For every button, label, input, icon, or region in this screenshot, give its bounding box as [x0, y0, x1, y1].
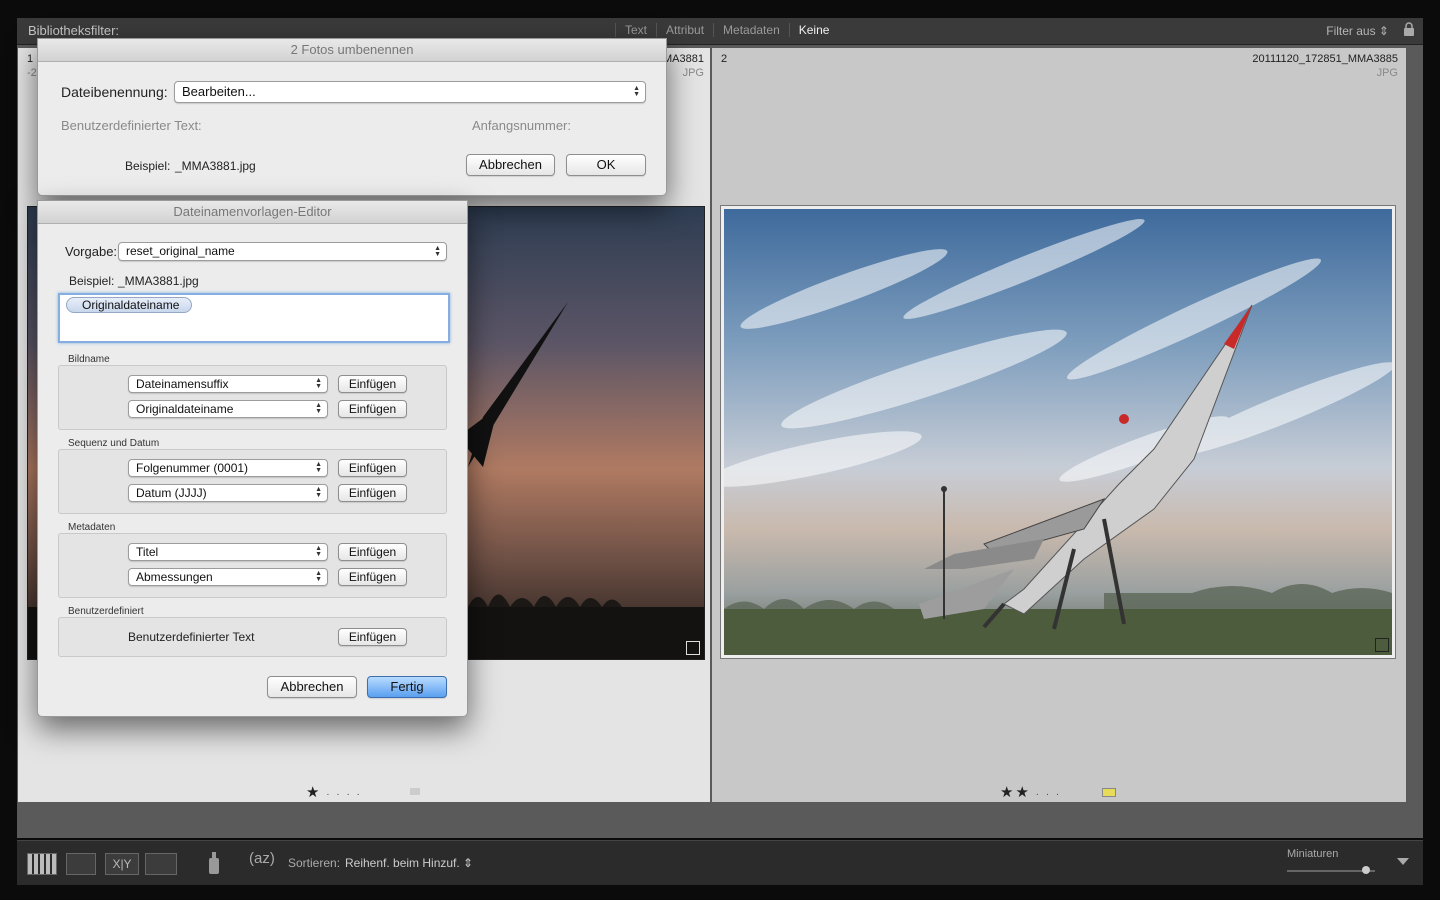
done-button[interactable]: Fertig	[367, 676, 447, 698]
color-label-empty[interactable]	[410, 788, 420, 795]
sort-order-dropdown[interactable]: Reihenf. beim Hinzuf. ⇕	[345, 856, 473, 870]
thumbnails-label: Miniaturen	[1287, 848, 1339, 860]
select-arrows-icon: ▲ ▼	[315, 461, 322, 474]
rating-stars[interactable]: ★ · · · ·	[306, 783, 362, 801]
group-sequence-date: Folgenummer (0001) ▲ ▼ Einfügen Datum (JJJ…	[58, 449, 447, 514]
filter-tab-metadata[interactable]: Metadaten	[713, 23, 789, 37]
select-arrows-icon: ▲ ▼	[633, 85, 640, 98]
cell-index: 1	[27, 53, 34, 65]
rating-stars[interactable]: ★★ · · ·	[1000, 783, 1061, 801]
insert-button[interactable]: Einfügen	[338, 459, 407, 477]
cell-filename: MA3881	[663, 53, 704, 65]
rename-photos-dialog: 2 Fotos umbenennen Dateibenennung: Bearb…	[37, 38, 667, 196]
photo-thumbnail[interactable]	[720, 205, 1396, 659]
loupe-view-icon[interactable]	[66, 853, 96, 875]
ok-button[interactable]: OK	[566, 154, 646, 176]
filter-preset-dropdown[interactable]: Filter aus ⇕	[1326, 24, 1389, 38]
select-arrows-icon: ▲ ▼	[315, 377, 322, 390]
dialog-title: Dateinamenvorlagen-Editor	[38, 201, 467, 224]
edit-badge-icon	[1375, 638, 1389, 652]
image-name-select-2[interactable]: Originaldateiname ▲ ▼	[128, 400, 328, 418]
cell-filetype: JPG	[682, 67, 704, 79]
preset-label: Vorgabe:	[65, 244, 118, 259]
cancel-button[interactable]: Abbrechen	[466, 154, 555, 176]
jet-aircraft-photo	[724, 219, 1392, 655]
insert-button[interactable]: Einfügen	[338, 400, 407, 418]
cell-filetype: JPG	[1376, 67, 1398, 79]
example-label: Beispiel:	[125, 159, 171, 173]
file-naming-select[interactable]: Bearbeiten... ▲ ▼	[174, 81, 646, 103]
sort-direction-icon[interactable]: (az)	[249, 850, 275, 867]
insert-button[interactable]: Einfügen	[338, 628, 407, 646]
select-arrows-icon: ▲ ▼	[315, 486, 322, 499]
select-arrows-icon: ▲ ▼	[315, 402, 322, 415]
filter-bar-title: Bibliotheksfilter:	[28, 23, 120, 38]
toolbar-menu-chevron-icon[interactable]	[1397, 858, 1409, 865]
template-token-field[interactable]: Originaldateiname	[58, 293, 450, 343]
cell-index-sub: -2	[27, 67, 37, 79]
group-custom: Benutzerdefinierter Text Einfügen	[58, 617, 447, 657]
lock-icon[interactable]	[1403, 22, 1415, 36]
token-original-filename[interactable]: Originaldateiname	[66, 297, 193, 313]
cell-filename: 20111120_172851_MMA3885	[1252, 53, 1398, 65]
cell-index: 2	[721, 53, 728, 65]
sequence-select[interactable]: Folgenummer (0001) ▲ ▼	[128, 459, 328, 477]
filename-template-editor: Dateinamenvorlagen-Editor Vorgabe: reset…	[37, 200, 468, 717]
filter-tab-attribute[interactable]: Attribut	[656, 23, 713, 37]
group-label-custom: Benutzerdefiniert	[68, 606, 144, 617]
example-filename: _MMA3881.jpg	[175, 159, 256, 173]
group-label-sequence-date: Sequenz und Datum	[68, 438, 160, 449]
group-image-name: Dateinamensuffix ▲ ▼ Einfügen Originaldate…	[58, 365, 447, 430]
filter-tab-text[interactable]: Text	[615, 23, 656, 37]
survey-view-icon[interactable]	[145, 853, 177, 875]
group-metadata: Titel ▲ ▼ Einfügen Abmessungen ▲ ▼ Einfügen	[58, 533, 447, 598]
select-arrows-icon: ▲ ▼	[315, 570, 322, 583]
slider-knob[interactable]	[1362, 866, 1371, 874]
image-name-select-1[interactable]: Dateinamensuffix ▲ ▼	[128, 375, 328, 393]
spray-can-icon[interactable]	[207, 850, 221, 876]
group-label-image-name: Bildname	[68, 354, 110, 365]
cancel-button[interactable]: Abbrechen	[267, 676, 357, 698]
date-select[interactable]: Datum (JJJJ) ▲ ▼	[128, 484, 328, 502]
start-number-label: Anfangsnummer:	[472, 118, 571, 133]
color-label-yellow[interactable]	[1102, 788, 1116, 797]
file-naming-label: Dateibenennung:	[61, 84, 168, 100]
metadata-select-2[interactable]: Abmessungen ▲ ▼	[128, 568, 328, 586]
compare-view-icon[interactable]: X|Y	[105, 853, 139, 875]
filter-tabs: Text Attribut Metadaten Keine	[615, 23, 838, 37]
dialog-title: 2 Fotos umbenennen	[38, 39, 666, 62]
bottom-toolbar: X|Y (az) Sortieren: Reihenf. beim Hinzuf…	[17, 840, 1423, 885]
custom-text-label: Benutzerdefinierter Text:	[61, 118, 202, 133]
insert-button[interactable]: Einfügen	[338, 375, 407, 393]
insert-button[interactable]: Einfügen	[338, 543, 407, 561]
group-label-metadata: Metadaten	[68, 522, 116, 533]
thumbnail-size-slider[interactable]	[1287, 866, 1375, 874]
preset-select[interactable]: reset_original_name ▲ ▼	[118, 242, 447, 261]
insert-button[interactable]: Einfügen	[338, 484, 407, 502]
grid-view-icon[interactable]	[27, 853, 57, 875]
metadata-select-1[interactable]: Titel ▲ ▼	[128, 543, 328, 561]
sort-label: Sortieren:	[288, 856, 341, 870]
select-arrows-icon: ▲ ▼	[315, 545, 322, 558]
grid-cell-2[interactable]: 2 20111120_172851_MMA3885 JPG ★★ · · ·	[712, 48, 1406, 802]
example-label: Beispiel:	[69, 274, 115, 288]
custom-text-label: Benutzerdefinierter Text	[128, 630, 255, 644]
filter-tab-none[interactable]: Keine	[788, 23, 839, 37]
edit-badge-icon	[686, 641, 700, 655]
example-filename: _MMA3881.jpg	[118, 274, 199, 288]
select-arrows-icon: ▲ ▼	[434, 244, 441, 258]
insert-button[interactable]: Einfügen	[338, 568, 407, 586]
